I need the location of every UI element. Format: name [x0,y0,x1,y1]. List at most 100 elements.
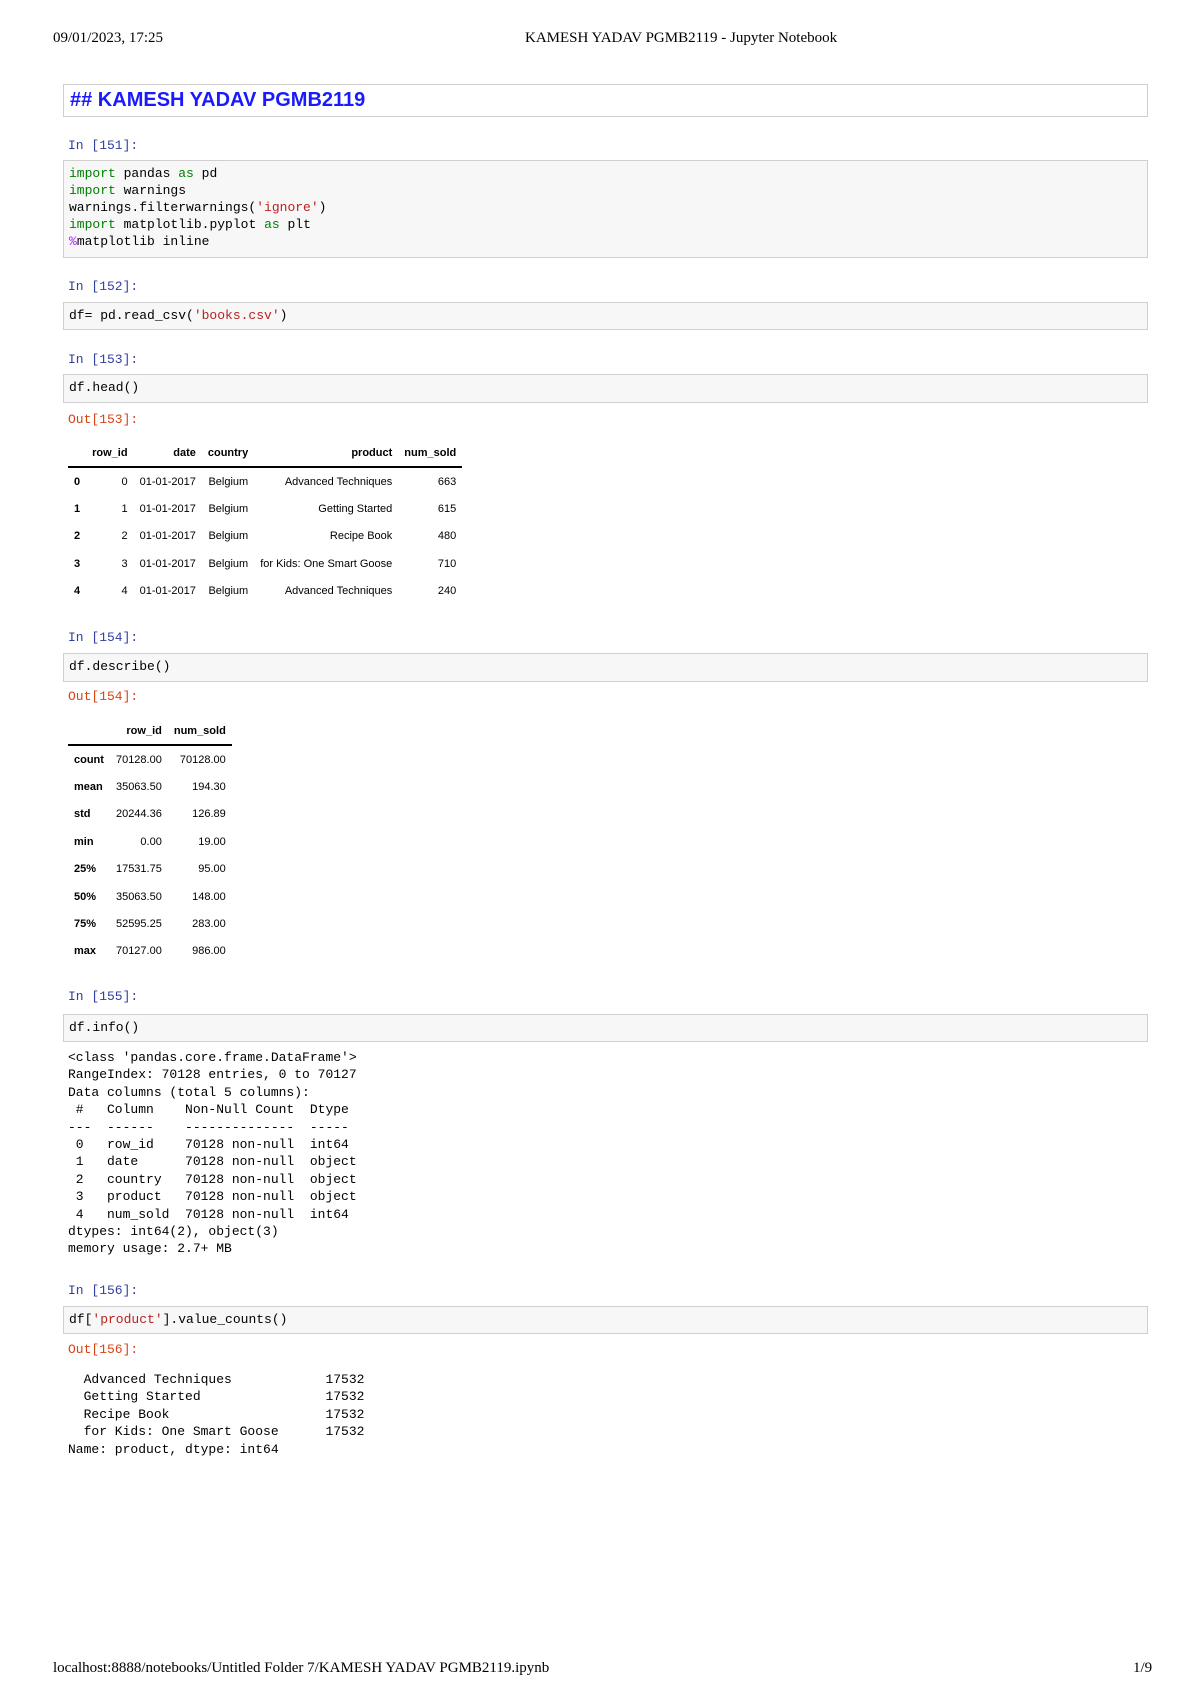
table-cell: Belgium [208,530,249,543]
table-cell: 986.00 [192,945,226,958]
row-index: count [74,753,104,766]
output-line: # Column Non-Null Count Dtype [68,1102,357,1118]
column-header [68,440,86,467]
row-index: 1 [74,503,81,516]
code-token: matplotlib.pyplot [123,217,257,232]
output-line: 2 country 70128 non-null object [68,1171,357,1187]
code-cell-read-csv[interactable]: df= pd.read_csv('books.csv') [63,302,1148,330]
print-datetime: 09/01/2023, 17:25 [53,30,164,46]
table-cell: 1 [121,503,128,516]
table-cell: Advanced Techniques [284,475,393,488]
table-cell: 52595.25 [115,918,162,931]
in-prompt: In [154]: [68,630,139,645]
table-cell: 615 [437,503,457,516]
output-line: 4 num_sold 70128 non-null int64 [68,1206,357,1222]
code-token: pandas [123,166,171,181]
code-token: 'ignore' [256,200,319,215]
table-cell: 35063.50 [115,781,162,794]
output-line: <class 'pandas.core.frame.DataFrame'> [68,1050,357,1065]
code-token: ) [318,200,327,215]
output-line: 1 date 70128 non-null object [68,1154,357,1170]
table-cell: Getting Started [318,503,393,516]
head-table: row_id date country product num_sold 0 0 01-01-… [68,440,463,605]
code-token: warnings.filterwarnings( [69,200,257,215]
row-index: mean [74,781,103,794]
table-cell: 3 [121,557,128,570]
markdown-cell[interactable]: ## KAMESH YADAV PGMB2119 [63,84,1148,117]
column-header: country [207,447,249,459]
table-cell: Advanced Techniques [284,585,393,598]
output-line: for Kids: One Smart Goose 17532 [68,1424,365,1440]
table-cell: 01-01-2017 [139,530,196,543]
table-row: 1 1 01-01-2017 Belgium Getting Started 615 [68,495,462,522]
table-cell: 126.89 [192,808,226,821]
describe-table: row_id num_soldcount 70128.00 70128.00 mean 3… [68,718,232,965]
row-index: std [74,808,91,821]
table-row: 3 3 01-01-2017 Belgium for Kids: One Smart G… [68,550,462,577]
code-token: import [69,166,116,181]
table-row: min 0.00 19.00 [68,828,232,855]
table-row: 0 0 01-01-2017 Belgium Advanced Techniques 66… [68,467,462,495]
table-cell: 4 [121,585,128,598]
output-line: 0 row_id 70128 non-null int64 [68,1137,357,1153]
output-line: memory usage: 2.7+ MB [68,1241,232,1257]
output-line: Getting Started 17532 [68,1389,365,1405]
output-line: Recipe Book 17532 [68,1406,365,1422]
table-row: 75% 52595.25 283.00 [68,910,232,937]
in-prompt: In [153]: [68,352,139,367]
table-cell: 17531.75 [115,863,162,876]
code-token: as [178,166,194,181]
table-cell: 70128.00 [179,753,226,766]
output-line: --- ------ -------------- ----- [68,1119,357,1135]
code-token: pd [201,166,218,181]
table-cell: 70128.00 [115,753,162,766]
row-index: 50% [74,890,97,903]
code-cell-head[interactable]: df.head() [63,374,1148,403]
print-url: localhost:8888/notebooks/Untitled Folder… [53,1660,550,1676]
row-index: 0 [74,475,81,488]
table-row: 4 4 01-01-2017 Belgium Advanced Techniques 24… [68,578,462,605]
table-cell: 01-01-2017 [139,557,196,570]
output-line: Name: product, dtype: int64 [68,1441,279,1457]
column-header: num_sold [173,725,226,737]
table-row: mean 35063.50 194.30 [68,773,232,800]
table-cell: 20244.36 [115,808,162,821]
code-cell-imports[interactable]: import pandas as pd import warnings warn… [63,160,1148,258]
code-string: 'books.csv' [193,308,280,323]
column-header: product [351,447,393,459]
table-cell: 0 [121,475,128,488]
value-counts-output: Advanced Techniques 17532 Getting Starte… [68,1371,364,1458]
column-header: row_id [126,725,162,737]
page-number: 1/9 [1133,1660,1153,1676]
code-token: import [69,183,116,198]
code: df= pd.read_csv( [69,308,194,323]
row-index: 25% [74,863,97,876]
code-token: plt [287,217,311,232]
in-prompt: In [155]: [68,989,139,1004]
table-cell: 2 [121,530,128,543]
table-row: 25% 17531.75 95.00 [68,856,232,883]
output-line: dtypes: int64(2), object(3) [68,1224,279,1240]
table-row: count 70128.00 70128.00 [68,745,232,773]
code-cell-describe[interactable]: df.describe() [63,653,1148,682]
column-header [68,718,110,745]
table-cell: 01-01-2017 [139,475,196,488]
code-cell-info[interactable]: df.info() [63,1014,1148,1042]
code-cell-value-counts[interactable]: df['product'].value_counts() [63,1306,1148,1334]
table-cell: for Kids: One Smart Goose [260,557,393,570]
code: df[ [69,1312,93,1327]
table-cell: 283.00 [192,918,226,931]
in-prompt: In [156]: [68,1283,139,1298]
print-title: KAMESH YADAV PGMB2119 - Jupyter Notebook [525,30,838,46]
in-prompt: In [152]: [68,279,139,294]
row-index: 2 [74,530,81,543]
table-cell: 95.00 [198,863,226,876]
table-cell: 19.00 [198,835,226,848]
row-index: 4 [74,585,81,598]
out-prompt: Out[154]: [68,689,139,704]
output-line: Advanced Techniques 17532 [68,1372,365,1387]
code-token: matplotlib inline [76,234,210,249]
column-header: row_id [92,447,128,459]
table-cell: 194.30 [192,781,226,794]
table-cell: 148.00 [192,890,226,903]
